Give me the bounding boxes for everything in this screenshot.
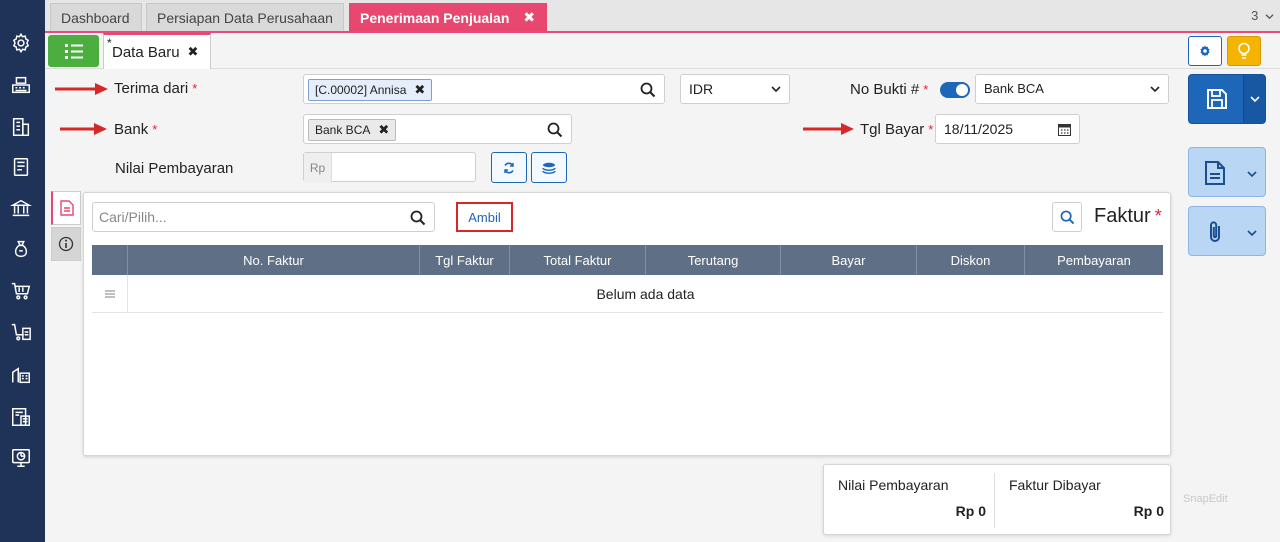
payment-summary: Nilai Pembayaran Rp 0 Faktur Dibayar Rp … [823, 464, 1171, 535]
notebook-icon[interactable] [8, 154, 34, 180]
list-icon [64, 44, 83, 59]
action-column [1185, 69, 1280, 542]
column-header[interactable]: Terutang [646, 245, 781, 275]
drag-handle-icon[interactable] [92, 275, 128, 313]
column-header[interactable]: Bayar [781, 245, 917, 275]
search-icon[interactable] [410, 210, 426, 226]
column-header[interactable]: Pembayaran [1025, 245, 1163, 275]
annotation-arrow-icon [55, 83, 108, 95]
lightbulb-icon [1238, 42, 1250, 59]
refresh-button[interactable] [491, 152, 527, 183]
tips-button[interactable] [1227, 36, 1261, 66]
close-icon[interactable]: ✖ [188, 44, 199, 60]
annotation-arrow-icon [60, 123, 107, 135]
search-icon [1060, 210, 1074, 224]
search-icon[interactable] [640, 82, 656, 98]
tab-dashboard[interactable]: Dashboard [50, 3, 142, 31]
search-icon[interactable] [547, 122, 563, 138]
tab-detail[interactable] [51, 191, 81, 225]
gear-icon[interactable] [8, 30, 34, 56]
column-header[interactable]: Total Faktur [510, 245, 646, 275]
table-row: Belum ada data [92, 275, 1163, 313]
attachment-menu-button[interactable] [1188, 206, 1266, 256]
bank-field[interactable]: Bank BCA ✖ [303, 114, 572, 144]
close-icon[interactable]: ✖ [523, 9, 535, 26]
chevron-down-icon [1247, 171, 1257, 178]
chevron-down-icon [771, 86, 781, 93]
refresh-icon [504, 162, 514, 173]
faktur-lookup-button[interactable] [1052, 202, 1082, 232]
summary-nilai-pembayaran: Nilai Pembayaran Rp 0 [838, 477, 986, 519]
save-icon [1189, 75, 1244, 123]
currency-select[interactable]: IDR [680, 74, 790, 104]
bank-label: Bank * [114, 121, 158, 138]
chevron-down-icon [1265, 14, 1274, 20]
faktur-panel: Ambil Faktur* No. Faktur Tgl Faktur Tota… [83, 192, 1171, 456]
tab-persiapan-data-perusahaan[interactable]: Persiapan Data Perusahaan [146, 3, 344, 31]
watermark: SnapEdit [1183, 493, 1228, 505]
layers-button[interactable] [531, 152, 567, 183]
tgl-bayar-label: Tgl Bayar * [860, 121, 934, 138]
column-header[interactable]: Diskon [917, 245, 1025, 275]
list-button[interactable] [48, 35, 99, 67]
tab-data-baru[interactable]: * Data Baru ✖ [103, 33, 211, 69]
remove-chip-icon[interactable]: ✖ [414, 82, 425, 98]
customer-chip: [C.00002] Annisa ✖ [308, 79, 433, 101]
calendar-icon[interactable] [1058, 123, 1071, 136]
table-header: No. Faktur Tgl Faktur Total Faktur Terut… [92, 245, 1163, 275]
no-bukti-select[interactable]: Bank BCA [975, 74, 1169, 104]
panel-title: Faktur * [1094, 205, 1162, 227]
layers-icon [542, 162, 556, 174]
money-bag-icon[interactable] [8, 236, 34, 262]
save-options-dropdown[interactable] [1243, 75, 1265, 123]
column-header[interactable]: Tgl Faktur [420, 245, 510, 275]
paperclip-icon [1210, 221, 1220, 242]
gear-icon [1200, 45, 1210, 57]
tab-count-dropdown[interactable]: 3 [1251, 8, 1274, 23]
cart-list-icon[interactable] [8, 319, 34, 345]
faktur-search-input[interactable] [99, 209, 399, 225]
chart-icon[interactable] [8, 445, 34, 471]
save-button[interactable] [1188, 74, 1266, 124]
document-icon [1205, 161, 1225, 185]
chevron-down-icon [1249, 96, 1260, 103]
chevron-down-icon [1247, 230, 1257, 237]
left-sidebar [0, 0, 45, 542]
nilai-pembayaran-label: Nilai Pembayaran [115, 160, 234, 177]
ambil-button[interactable]: Ambil [456, 202, 513, 232]
document-tab-bar: * Data Baru ✖ [45, 33, 1280, 69]
bank-chip: Bank BCA ✖ [308, 119, 397, 141]
auto-number-toggle[interactable] [940, 82, 970, 98]
annotation-arrow-icon [803, 123, 854, 135]
bank-icon[interactable] [8, 195, 34, 221]
top-tab-bar: Dashboard Persiapan Data Perusahaan Pene… [45, 0, 1280, 33]
settings-button[interactable] [1188, 36, 1222, 66]
summary-faktur-dibayar: Faktur Dibayar Rp 0 [1009, 477, 1164, 519]
chevron-down-icon [1150, 86, 1160, 93]
remove-chip-icon[interactable]: ✖ [378, 122, 389, 138]
terima-dari-label: Terima dari * [114, 80, 198, 97]
tab-penerimaan-penjualan[interactable]: Penerimaan Penjualan ✖ [349, 3, 547, 31]
terima-dari-field[interactable]: [C.00002] Annisa ✖ [303, 74, 665, 104]
column-header[interactable]: No. Faktur [128, 245, 420, 275]
faktur-search-field[interactable] [92, 202, 435, 232]
building-icon[interactable] [8, 114, 34, 140]
tab-info[interactable] [51, 227, 81, 261]
tax-icon[interactable] [8, 404, 34, 430]
cart-icon[interactable] [8, 278, 34, 304]
empty-table-message: Belum ada data [596, 285, 695, 302]
nilai-pembayaran-input[interactable]: Rp [303, 152, 476, 183]
column-handle [92, 245, 128, 275]
document-menu-button[interactable] [1188, 147, 1266, 197]
no-bukti-label: No Bukti # * [850, 81, 929, 98]
info-icon [58, 236, 74, 252]
tgl-bayar-field[interactable]: 18/11/2025 [935, 114, 1080, 144]
document-icon [59, 200, 74, 216]
warehouse-icon[interactable] [8, 362, 34, 388]
cash-register-icon[interactable] [8, 72, 34, 98]
